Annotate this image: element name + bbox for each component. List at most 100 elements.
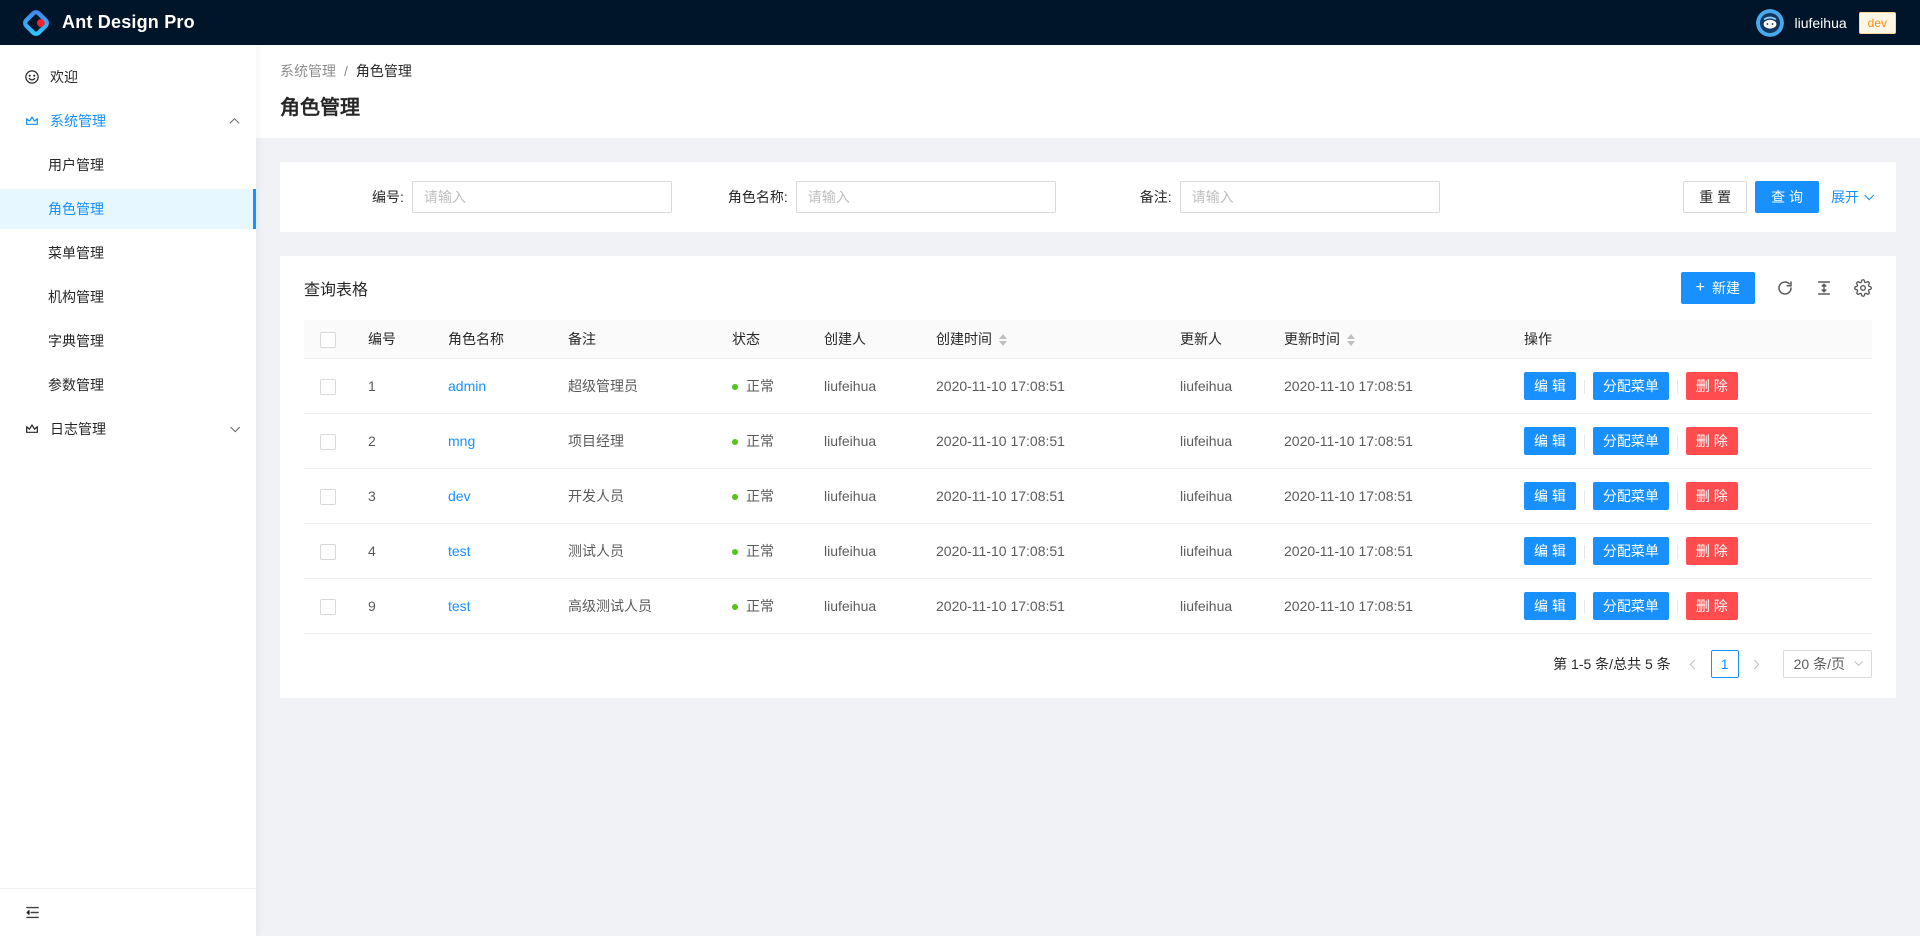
edit-button[interactable]: 编 辑 [1524, 427, 1576, 455]
action-divider [1677, 435, 1678, 449]
cell-status: 正常 [716, 524, 808, 579]
next-page-button[interactable] [1741, 650, 1769, 678]
sidebar-item-label: 机构管理 [48, 287, 104, 307]
search-field-role-name: 角色名称: [728, 181, 1056, 213]
avatar[interactable] [1756, 9, 1784, 37]
cell-create-time: 2020-11-10 17:08:51 [920, 359, 1164, 414]
status-dot [732, 604, 738, 610]
breadcrumb-separator: / [344, 63, 348, 79]
sidebar-item-role-mgmt[interactable]: 角色管理 [0, 189, 256, 229]
role-name-input[interactable] [796, 181, 1056, 213]
field-label: 角色名称: [728, 187, 788, 207]
sidebar-item-label: 系统管理 [50, 111, 106, 131]
col-role-name: 角色名称 [432, 320, 552, 359]
action-divider [1584, 490, 1585, 504]
sidebar-item-dict-mgmt[interactable]: 字典管理 [0, 321, 256, 361]
assign-menu-button[interactable]: 分配菜单 [1593, 482, 1669, 510]
cell-status: 正常 [716, 579, 808, 634]
col-remark: 备注 [552, 320, 716, 359]
delete-button[interactable]: 删 除 [1686, 537, 1738, 565]
search-buttons: 重 置 查 询 展开 [1683, 181, 1872, 213]
status-dot [732, 439, 738, 445]
cell-update-time: 2020-11-10 17:08:51 [1268, 579, 1508, 634]
sidebar-item-welcome[interactable]: 欢迎 [0, 57, 256, 97]
action-divider [1584, 435, 1585, 449]
menu-fold-icon[interactable] [24, 904, 41, 921]
app-header: Ant Design Pro liufeihua dev [0, 0, 1920, 45]
cell-status: 正常 [716, 359, 808, 414]
sidebar-item-org-mgmt[interactable]: 机构管理 [0, 277, 256, 317]
reset-button[interactable]: 重 置 [1683, 181, 1747, 213]
sidebar-item-param-mgmt[interactable]: 参数管理 [0, 365, 256, 405]
assign-menu-button[interactable]: 分配菜单 [1593, 427, 1669, 455]
sidebar-item-system[interactable]: 系统管理 [0, 101, 256, 141]
breadcrumb-parent[interactable]: 系统管理 [280, 61, 336, 81]
sidebar-item-label: 字典管理 [48, 331, 104, 351]
table-title: 查询表格 [304, 276, 368, 300]
delete-button[interactable]: 删 除 [1686, 482, 1738, 510]
role-name-link[interactable]: admin [448, 378, 486, 394]
page-header: 系统管理 / 角色管理 角色管理 [256, 45, 1920, 138]
cell-remark: 开发人员 [552, 469, 716, 524]
row-checkbox[interactable] [320, 434, 336, 450]
app-title: Ant Design Pro [62, 12, 195, 33]
breadcrumb-current: 角色管理 [356, 61, 412, 81]
edit-button[interactable]: 编 辑 [1524, 537, 1576, 565]
sidebar-item-menu-mgmt[interactable]: 菜单管理 [0, 233, 256, 273]
row-checkbox[interactable] [320, 379, 336, 395]
query-button[interactable]: 查 询 [1755, 181, 1819, 213]
sidebar-footer [0, 888, 256, 936]
col-update-time: 更新时间 [1268, 320, 1508, 359]
row-checkbox[interactable] [320, 489, 336, 505]
new-button[interactable]: + 新建 [1681, 272, 1755, 304]
delete-button[interactable]: 删 除 [1686, 372, 1738, 400]
table-header-row: 编号 角色名称 备注 状态 创建人 创建时间 更新人 更新时间 操作 [304, 320, 1872, 359]
chevron-down-icon [1854, 658, 1862, 666]
action-divider [1677, 600, 1678, 614]
settings-gear-icon[interactable] [1854, 279, 1872, 297]
sidebar-item-logs[interactable]: 日志管理 [0, 409, 256, 449]
role-name-link[interactable]: mng [448, 433, 475, 449]
sort-icons[interactable] [1347, 334, 1355, 346]
assign-menu-button[interactable]: 分配菜单 [1593, 372, 1669, 400]
logo[interactable]: Ant Design Pro [22, 9, 195, 37]
sidebar-item-user-mgmt[interactable]: 用户管理 [0, 145, 256, 185]
row-checkbox[interactable] [320, 599, 336, 615]
roles-table: 编号 角色名称 备注 状态 创建人 创建时间 更新人 更新时间 操作 [304, 320, 1872, 634]
reload-icon[interactable] [1776, 279, 1794, 297]
assign-menu-button[interactable]: 分配菜单 [1593, 592, 1669, 620]
cell-creator: liufeihua [808, 579, 920, 634]
prev-page-button[interactable] [1681, 650, 1709, 678]
cell-create-time: 2020-11-10 17:08:51 [920, 469, 1164, 524]
edit-button[interactable]: 编 辑 [1524, 372, 1576, 400]
delete-button[interactable]: 删 除 [1686, 427, 1738, 455]
toolbar-actions: + 新建 [1681, 272, 1872, 304]
cell-id: 4 [352, 524, 432, 579]
edit-button[interactable]: 编 辑 [1524, 592, 1576, 620]
row-checkbox[interactable] [320, 544, 336, 560]
page-size-select[interactable]: 20 条/页 [1783, 650, 1872, 678]
page-number-1[interactable]: 1 [1711, 650, 1739, 678]
column-height-icon[interactable] [1815, 279, 1833, 297]
edit-button[interactable]: 编 辑 [1524, 482, 1576, 510]
role-name-link[interactable]: test [448, 598, 471, 614]
table-row: 3 dev 开发人员 正常 liufeihua 2020-11-10 17:08… [304, 469, 1872, 524]
assign-menu-button[interactable]: 分配菜单 [1593, 537, 1669, 565]
role-name-link[interactable]: dev [448, 488, 471, 504]
table-toolbar: 查询表格 + 新建 [280, 256, 1896, 320]
delete-button[interactable]: 删 除 [1686, 592, 1738, 620]
sidebar-item-label: 日志管理 [50, 419, 106, 439]
expand-link[interactable]: 展开 [1831, 187, 1872, 207]
sort-icons[interactable] [999, 334, 1007, 346]
cell-creator: liufeihua [808, 524, 920, 579]
username[interactable]: liufeihua [1794, 15, 1846, 31]
id-input[interactable] [412, 181, 672, 213]
cell-id: 9 [352, 579, 432, 634]
select-all-checkbox[interactable] [320, 332, 336, 348]
col-action: 操作 [1508, 320, 1872, 359]
sidebar-menu: 欢迎 系统管理 用户管理 角色管理 菜单管理 机构管理 字典管理 参数管 [0, 45, 256, 888]
pagination-total: 第 1-5 条/总共 5 条 [1553, 654, 1670, 674]
remark-input[interactable] [1180, 181, 1440, 213]
table-row: 2 mng 项目经理 正常 liufeihua 2020-11-10 17:08… [304, 414, 1872, 469]
role-name-link[interactable]: test [448, 543, 471, 559]
